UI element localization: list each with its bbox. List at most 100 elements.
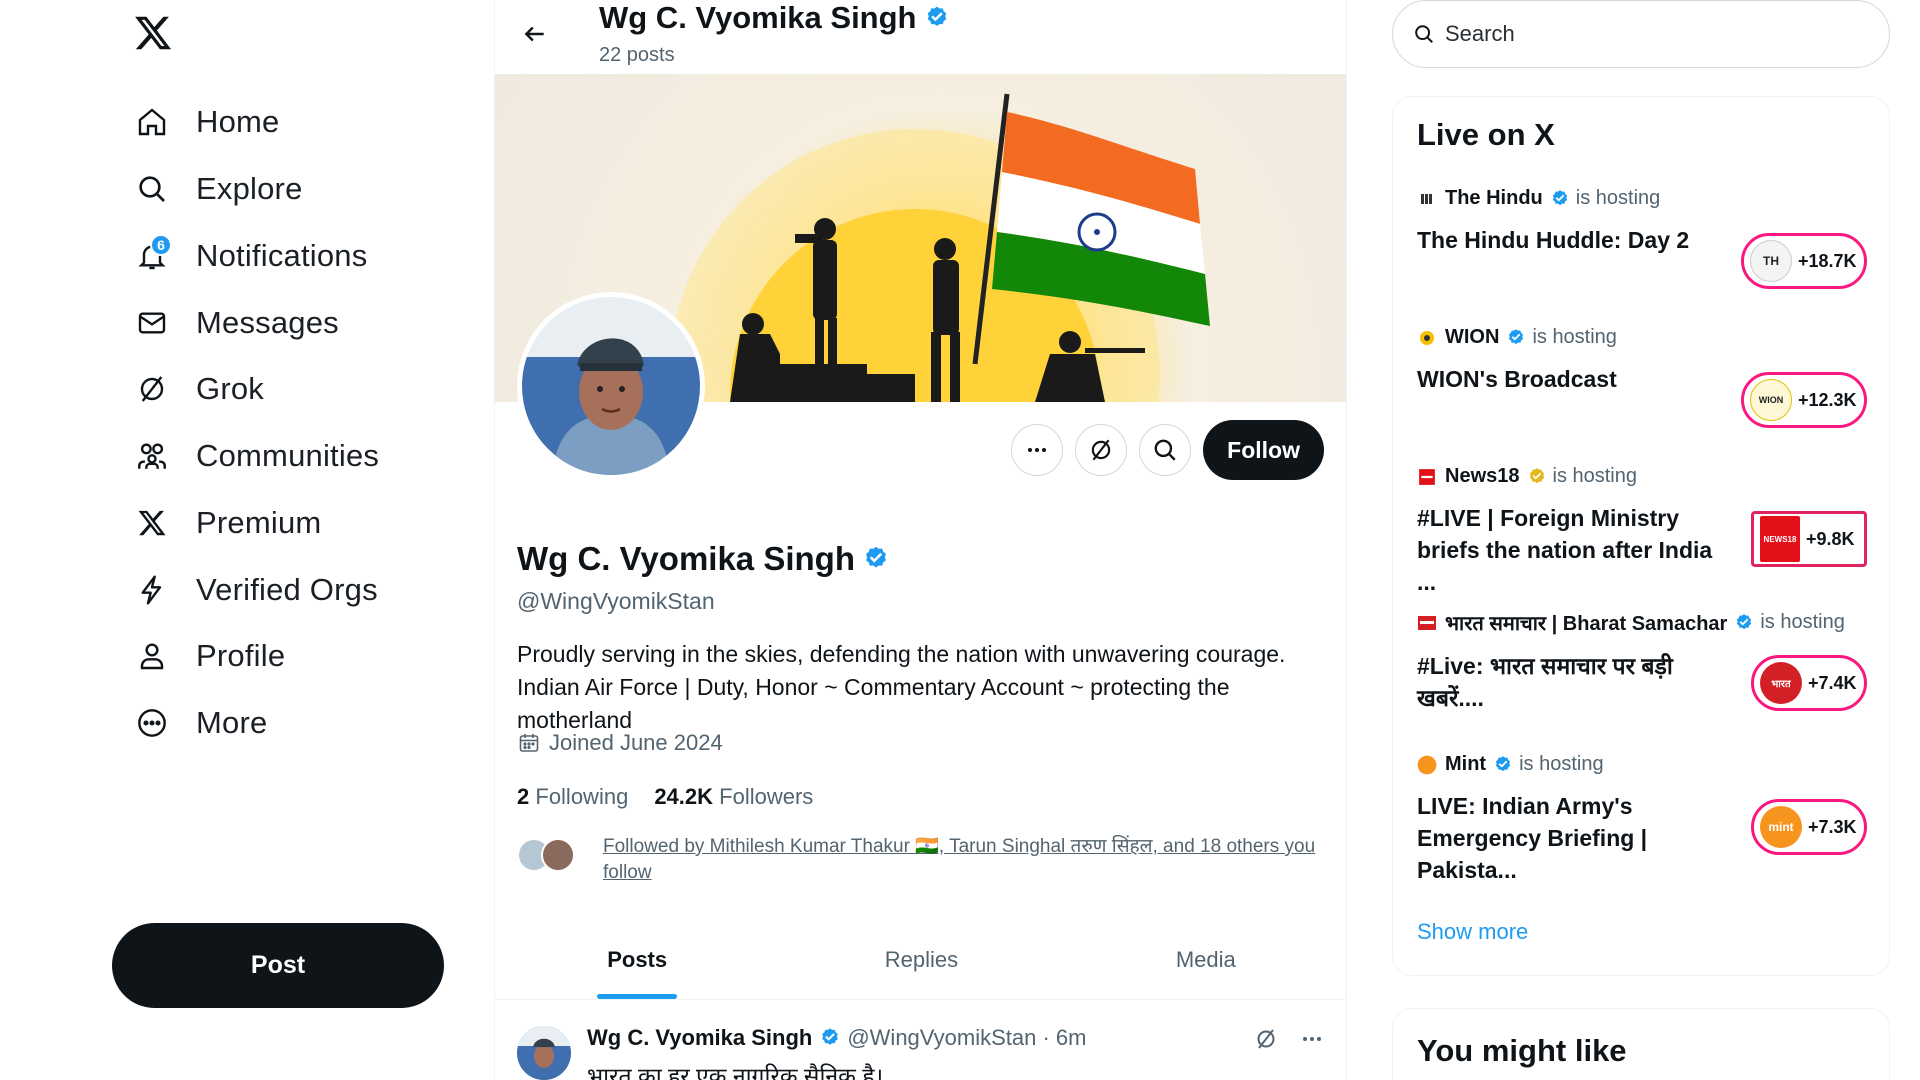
search-icon (132, 169, 172, 209)
live-on-x-panel: Live on X The Hindu is hosting The Hindu… (1392, 96, 1890, 976)
live-item[interactable]: The Hindu is hosting The Hindu Huddle: D… (1417, 187, 1867, 307)
profile-column: Wg C. Vyomika Singh 22 posts Follow Wg C… (494, 0, 1347, 1080)
back-button[interactable] (513, 12, 557, 56)
nav-explore[interactable]: Explore (126, 159, 323, 219)
grok-profile-button[interactable] (1075, 424, 1128, 476)
left-sidebar: Home Explore 6 Notifications Messages Gr… (112, 0, 472, 1080)
verified-badge-icon (924, 5, 950, 31)
live-listener-pill[interactable]: mint +7.3K (1751, 799, 1867, 855)
tweet-header: Wg C. Vyomika Singh @WingVyomikStan · 6m (587, 1025, 1086, 1051)
home-icon (132, 102, 172, 142)
live-item[interactable]: Mint is hosting LIVE: Indian Army's Emer… (1417, 753, 1867, 883)
followed-by[interactable]: Followed by Mithilesh Kumar Thakur 🇮🇳, T… (517, 834, 1337, 886)
following-label: Following (535, 784, 629, 809)
following-link[interactable]: 2 Following (517, 784, 628, 810)
tweet-actions (1254, 1027, 1324, 1051)
the-hindu-logo-icon (1417, 189, 1437, 209)
live-count: +7.3K (1808, 816, 1857, 837)
tab-posts[interactable]: Posts (495, 920, 779, 999)
hosting-label: is hosting (1519, 753, 1604, 775)
nav-home-label: Home (196, 104, 280, 139)
post-count: 22 posts (599, 44, 675, 66)
right-sidebar: Live on X The Hindu is hosting The Hindu… (1392, 0, 1892, 1080)
x-logo-icon (132, 503, 172, 543)
more-circle-icon (132, 703, 172, 743)
nav-profile[interactable]: Profile (126, 626, 305, 686)
live-host-line: The Hindu is hosting (1417, 187, 1867, 210)
avatar-photo (522, 297, 700, 475)
nav-messages-label: Messages (196, 305, 339, 340)
followers-link[interactable]: 24.2K Followers (654, 784, 813, 810)
search-icon (1154, 439, 1176, 461)
live-host-line: WION is hosting (1417, 326, 1867, 349)
live-item[interactable]: भारत समाचार | Bharat Samachar is hosting… (1417, 609, 1867, 729)
following-count: 2 (517, 784, 530, 809)
live-count: +12.3K (1798, 389, 1857, 410)
joined-date: Joined June 2024 (517, 730, 723, 756)
nav-notifications-label: Notifications (196, 238, 368, 273)
x-logo-icon[interactable] (130, 10, 176, 56)
tweet-avatar[interactable] (517, 1026, 571, 1080)
live-count: +9.8K (1806, 528, 1855, 549)
nav-more[interactable]: More (126, 693, 287, 753)
search-profile-button[interactable] (1139, 424, 1192, 476)
header-name: Wg C. Vyomika Singh (599, 0, 917, 35)
nav-explore-label: Explore (196, 171, 303, 206)
hosting-label: is hosting (1575, 187, 1661, 209)
nav-premium[interactable]: Premium (126, 493, 341, 553)
live-host-line: News18 is hosting (1417, 465, 1867, 488)
person-icon (132, 636, 172, 676)
live-item[interactable]: News18 is hosting #LIVE | Foreign Minist… (1417, 465, 1867, 595)
arrow-left-icon (524, 26, 544, 42)
profile-tabs: Posts Replies Media (495, 920, 1346, 1000)
hosting-label: is hosting (1532, 326, 1617, 348)
tweet-meta: @WingVyomikStan · 6m (847, 1025, 1087, 1050)
followers-count: 24.2K (654, 784, 714, 809)
envelope-icon (132, 303, 172, 343)
profile-actions: Follow (1011, 420, 1324, 480)
people-icon (132, 436, 172, 476)
nav-home[interactable]: Home (126, 92, 300, 152)
ellipsis-icon[interactable] (1300, 1027, 1324, 1051)
nav-notifications[interactable]: 6 Notifications (126, 226, 387, 286)
you-might-like-title: You might like (1417, 1033, 1627, 1068)
live-title: Live on X (1417, 117, 1555, 152)
live-host-line: Mint is hosting (1417, 753, 1867, 776)
live-host-line: भारत समाचार | Bharat Samachar is hosting (1417, 609, 1867, 636)
follow-button[interactable]: Follow (1203, 420, 1324, 480)
tab-media[interactable]: Media (1064, 920, 1346, 999)
search-input[interactable] (1445, 21, 1845, 47)
bell-icon: 6 (132, 234, 172, 276)
verified-badge-icon (1493, 755, 1513, 775)
nav-grok-label: Grok (196, 371, 264, 406)
tweet-author[interactable]: Wg C. Vyomika Singh (587, 1025, 812, 1051)
nav-messages[interactable]: Messages (126, 293, 359, 353)
verified-badge-icon (1506, 328, 1526, 348)
bharat-samachar-logo-icon (1417, 613, 1437, 633)
nav-communities[interactable]: Communities (126, 426, 399, 486)
search-bar[interactable] (1392, 0, 1890, 68)
nav-premium-label: Premium (196, 505, 322, 540)
profile-avatar[interactable] (517, 292, 705, 480)
live-item[interactable]: WION is hosting WION's Broadcast WION +1… (1417, 326, 1867, 446)
ellipsis-icon (1028, 448, 1047, 452)
live-stream-title: #LIVE | Foreign Ministry briefs the nati… (1417, 505, 1713, 595)
grok-icon (132, 369, 172, 409)
tweet[interactable]: Wg C. Vyomika Singh @WingVyomikStan · 6m… (495, 1001, 1346, 1080)
nav-grok[interactable]: Grok (126, 359, 284, 419)
post-button[interactable]: Post (112, 923, 444, 1008)
tab-replies[interactable]: Replies (779, 920, 1063, 999)
verified-badge-icon (1550, 189, 1570, 209)
grok-icon[interactable] (1254, 1027, 1278, 1051)
live-listener-pill[interactable]: TH +18.7K (1741, 233, 1867, 289)
live-listener-pill[interactable]: NEWS18 +9.8K (1751, 511, 1867, 567)
show-more-link[interactable]: Show more (1417, 919, 1528, 945)
live-listener-pill[interactable]: भारत +7.4K (1751, 655, 1867, 711)
more-options-button[interactable] (1011, 424, 1064, 476)
lightning-icon (132, 570, 172, 610)
profile-header-bar: Wg C. Vyomika Singh 22 posts (495, 0, 1346, 72)
nav-verified-orgs[interactable]: Verified Orgs (126, 560, 398, 620)
nav-profile-label: Profile (196, 638, 286, 673)
profile-handle: @WingVyomikStan (517, 588, 715, 614)
live-listener-pill[interactable]: WION +12.3K (1741, 372, 1867, 428)
